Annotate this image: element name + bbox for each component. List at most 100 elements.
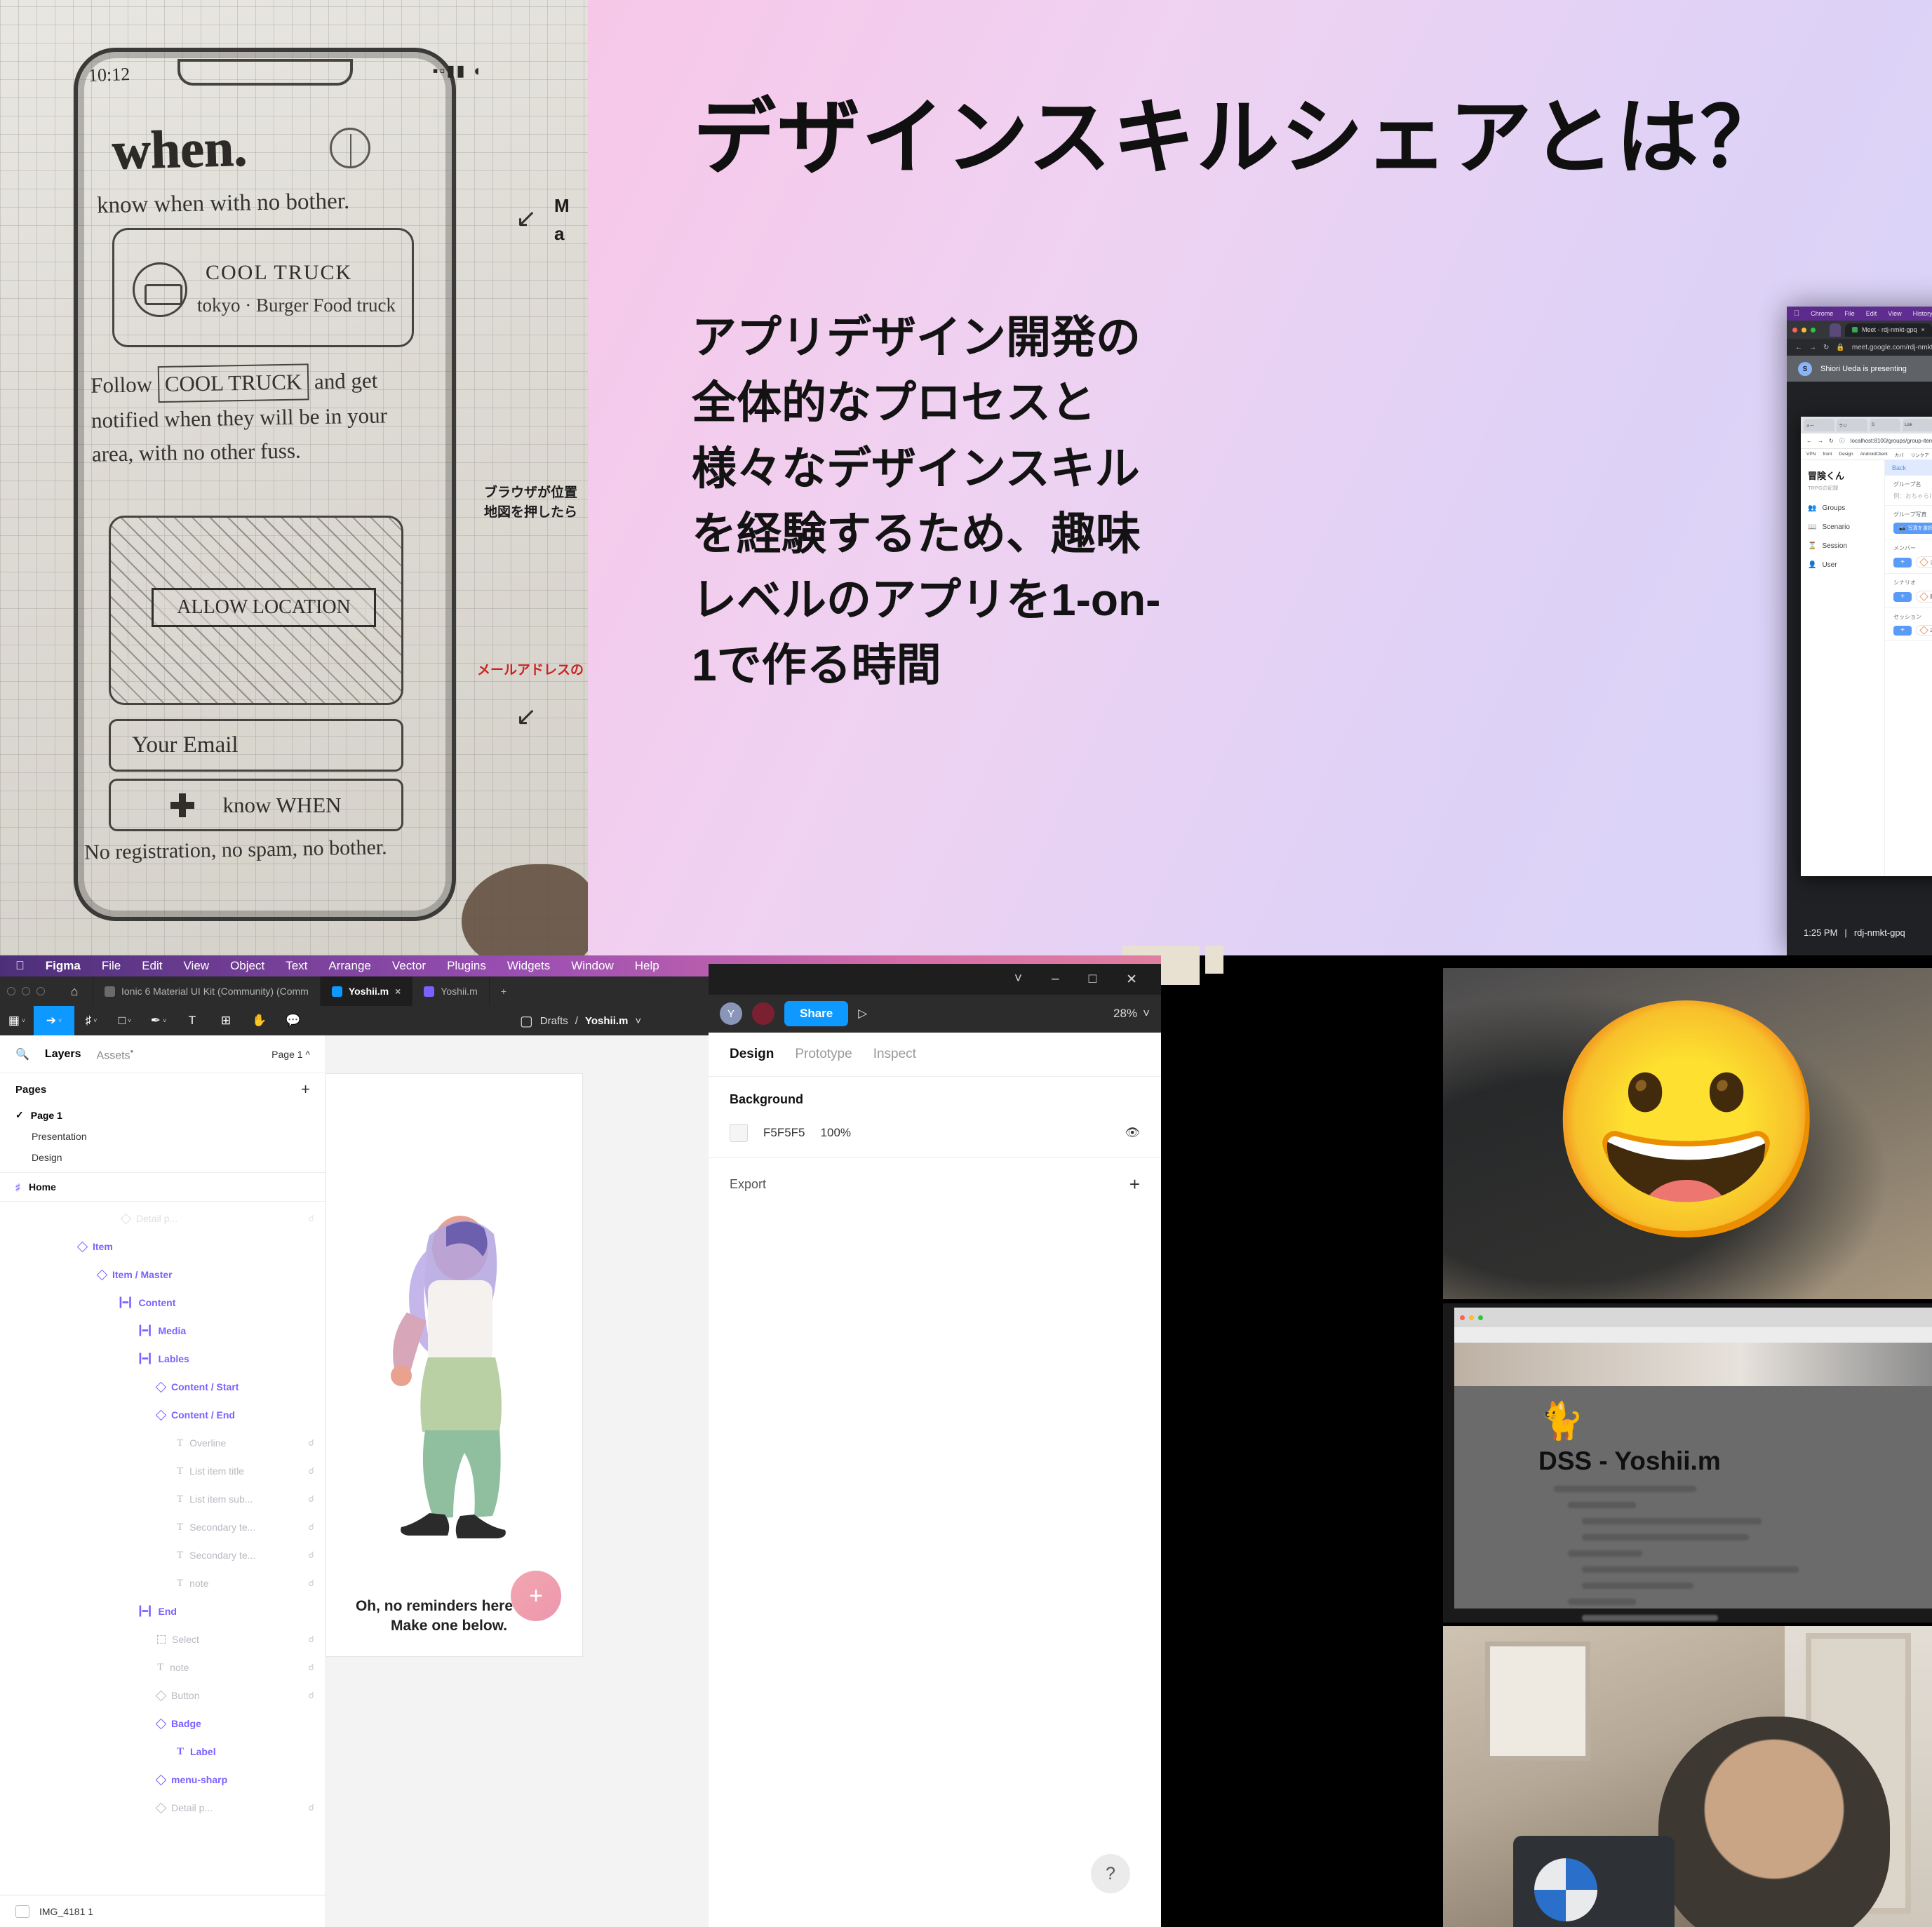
chrome-tab-pinned[interactable] — [1830, 323, 1841, 337]
eye-icon[interactable]: ☌ — [308, 1662, 326, 1673]
breadcrumb-drafts[interactable]: Drafts — [540, 1015, 568, 1027]
bookmark-0[interactable]: VPN — [1806, 452, 1816, 457]
layer-row[interactable]: T Overline ☌ — [0, 1429, 326, 1457]
bookmark-4[interactable]: カバ — [1895, 451, 1904, 458]
page-item-design[interactable]: Design — [0, 1147, 326, 1168]
component-tool-icon[interactable]: ⊞ — [209, 1006, 243, 1035]
layer-row[interactable]: Item / Master — [0, 1261, 326, 1289]
select-photo-button[interactable]: 📷 写真を選択 — [1893, 523, 1932, 534]
layer-row[interactable]: Tnote ☌ — [0, 1653, 326, 1681]
browser-tab-1[interactable]: メー — [1804, 419, 1834, 431]
present-icon-2[interactable]: ▷ — [858, 1007, 867, 1021]
layer-row[interactable]: ┃━┃ Lables — [0, 1345, 326, 1373]
figma-tab-ionic-kit[interactable]: Ionic 6 Material UI Kit (Community) (Com… — [93, 976, 320, 1006]
move-tool-icon[interactable]: ➔ ˅ — [34, 1006, 74, 1035]
layer-row[interactable]: T List item title ☌ — [0, 1457, 326, 1485]
layer-row[interactable]: T Secondary te... ☌ — [0, 1513, 326, 1541]
shared-browser-urlbar[interactable]: ← → ↻ ⓘ localhost:8100/groups/group-item — [1801, 434, 1932, 449]
share-button[interactable]: Share — [784, 1001, 849, 1026]
layer-row[interactable]: Button ☌ — [0, 1681, 326, 1710]
search-icon-3[interactable]: 🔍 — [15, 1047, 29, 1061]
video-tile-participant-2[interactable] — [1443, 1626, 1932, 1927]
minimize-window-icon-3[interactable] — [1469, 1315, 1474, 1320]
figma-menu-object[interactable]: Object — [230, 959, 264, 973]
figma-file-breadcrumb[interactable]: ▢ Drafts / Yoshii.m ˅ — [520, 1012, 641, 1030]
avatar-2[interactable] — [752, 1002, 774, 1025]
minimize-window-icon[interactable] — [1802, 327, 1806, 333]
eye-icon-2[interactable]: 👁 — [1125, 1126, 1140, 1140]
background-opacity[interactable]: 100% — [821, 1126, 851, 1140]
browser-tab-2[interactable]: ラジ — [1837, 419, 1867, 431]
scenario-chip[interactable]: 銀河鉄道の夜⚪ — [1916, 591, 1932, 603]
nav-item-user[interactable]: 👤 User — [1808, 561, 1877, 569]
fab-add-button[interactable]: + — [511, 1571, 561, 1621]
add-export-button[interactable]: + — [1129, 1174, 1140, 1195]
main-menu-icon[interactable]: ▦ ˅ — [0, 1006, 34, 1035]
minimize-window-icon-2[interactable] — [22, 987, 30, 995]
mac-menu-2[interactable]: Edit — [1866, 310, 1877, 317]
nav-item-session[interactable]: ⌛ Session — [1808, 542, 1877, 550]
figma-status-row[interactable]: IMG_4181 1 — [0, 1895, 326, 1927]
nav-item-scenario[interactable]: 📖 Scenario — [1808, 523, 1877, 531]
figma-menu-brand[interactable]: Figma — [46, 959, 81, 973]
shape-tool-icon[interactable]: □ ˅ — [108, 1006, 142, 1035]
minimize-icon[interactable]: – — [1052, 972, 1059, 987]
layer-row[interactable]: menu-sharp — [0, 1766, 326, 1794]
chrome-urlbar[interactable]: ← → ↻ 🔒 meet.google.com/rdj-nmkt-gpq?pli… — [1787, 339, 1932, 356]
eye-icon[interactable]: ☌ — [308, 1578, 326, 1589]
video-tile-shared-document[interactable]: 🐈 DSS - Yoshii.m — [1443, 1303, 1932, 1623]
mac-menu-3[interactable]: View — [1888, 310, 1901, 317]
close-tab-icon[interactable]: × — [1921, 326, 1925, 333]
page-item-page-1[interactable]: ✓ Page 1 — [0, 1104, 326, 1126]
layer-row[interactable]: Detail p... ☌ — [0, 1204, 326, 1233]
layer-row[interactable]: Badge — [0, 1710, 326, 1738]
home-icon[interactable]: ⌂ — [56, 984, 93, 999]
figma-menu-edit[interactable]: Edit — [142, 959, 162, 973]
layer-row[interactable]: ┃━┃ Content — [0, 1289, 326, 1317]
figma-layers-list[interactable]: Detail p... ☌ Item Item / Master ┃━┃ Conte… — [0, 1202, 326, 1895]
add-session-button[interactable]: + — [1893, 625, 1912, 636]
hand-tool-icon[interactable]: ✋ — [243, 1006, 276, 1035]
forward-icon[interactable]: → — [1809, 344, 1816, 351]
figma-menu-view[interactable]: View — [184, 959, 210, 973]
bookmark-3[interactable]: AndroidClient — [1860, 452, 1888, 457]
browser-tab-4[interactable]: Lisk — [1903, 419, 1932, 431]
layer-row[interactable]: ┃━┃ End — [0, 1597, 326, 1625]
breadcrumb-file[interactable]: Yoshii.m — [585, 1015, 628, 1027]
frame-row-home[interactable]: ♯ Home — [0, 1173, 326, 1202]
apple-icon-2[interactable]:  — [15, 959, 25, 973]
figma-new-tab-button[interactable]: + — [488, 976, 518, 1006]
eye-icon[interactable]: ☌ — [308, 1213, 326, 1224]
mac-menu-0[interactable]: Chrome — [1811, 310, 1833, 317]
figma-tab-yoshii-2[interactable]: Yoshii.m — [412, 976, 488, 1006]
figma-menu-text[interactable]: Text — [286, 959, 307, 973]
maximize-window-icon-2[interactable] — [36, 987, 45, 995]
tab-design[interactable]: Design — [730, 1047, 774, 1062]
figma-menu-window[interactable]: Window — [571, 959, 613, 973]
maximize-window-icon-3[interactable] — [1478, 1315, 1483, 1320]
page-item-presentation[interactable]: Presentation — [0, 1126, 326, 1147]
avatar[interactable]: ▢ — [520, 1012, 533, 1030]
text-tool-icon[interactable]: T — [175, 1006, 209, 1035]
figma-menu-help[interactable]: Help — [635, 959, 659, 973]
back-icon[interactable]: ← — [1795, 344, 1802, 351]
page-selector[interactable]: Page 1 ^ — [271, 1049, 310, 1060]
member-chip[interactable]: ジョバンニ⚪ — [1916, 556, 1932, 568]
add-scenario-button[interactable]: + — [1893, 591, 1912, 602]
browser-tab-3[interactable]: S — [1870, 419, 1900, 431]
close-tab-icon-3[interactable]: × — [395, 986, 401, 997]
canvas-frame-illustration[interactable]: Oh, no reminders here yet. Make one belo… — [326, 1074, 582, 1656]
bookmark-1[interactable]: front — [1823, 452, 1832, 457]
chevron-down-icon-2[interactable]: ˅ — [1014, 972, 1022, 987]
layer-row[interactable]: Detail p... ☌ — [0, 1794, 326, 1822]
close-window-icon[interactable] — [1792, 327, 1797, 333]
figma-tab-yoshii-active[interactable]: Yoshii.m × — [319, 976, 412, 1006]
mac-menu-4[interactable]: History — [1913, 310, 1932, 317]
eye-icon[interactable]: ☌ — [308, 1437, 326, 1449]
maximize-icon[interactable]: □ — [1089, 972, 1096, 987]
eye-icon[interactable]: ☌ — [308, 1550, 326, 1561]
background-fill-row[interactable]: F5F5F5 100% 👁 — [730, 1124, 1140, 1142]
mac-menu-1[interactable]: File — [1844, 310, 1855, 317]
zoom-selector[interactable]: 28% ˅ — [1113, 1007, 1150, 1021]
figma-menu-widgets[interactable]: Widgets — [507, 959, 550, 973]
